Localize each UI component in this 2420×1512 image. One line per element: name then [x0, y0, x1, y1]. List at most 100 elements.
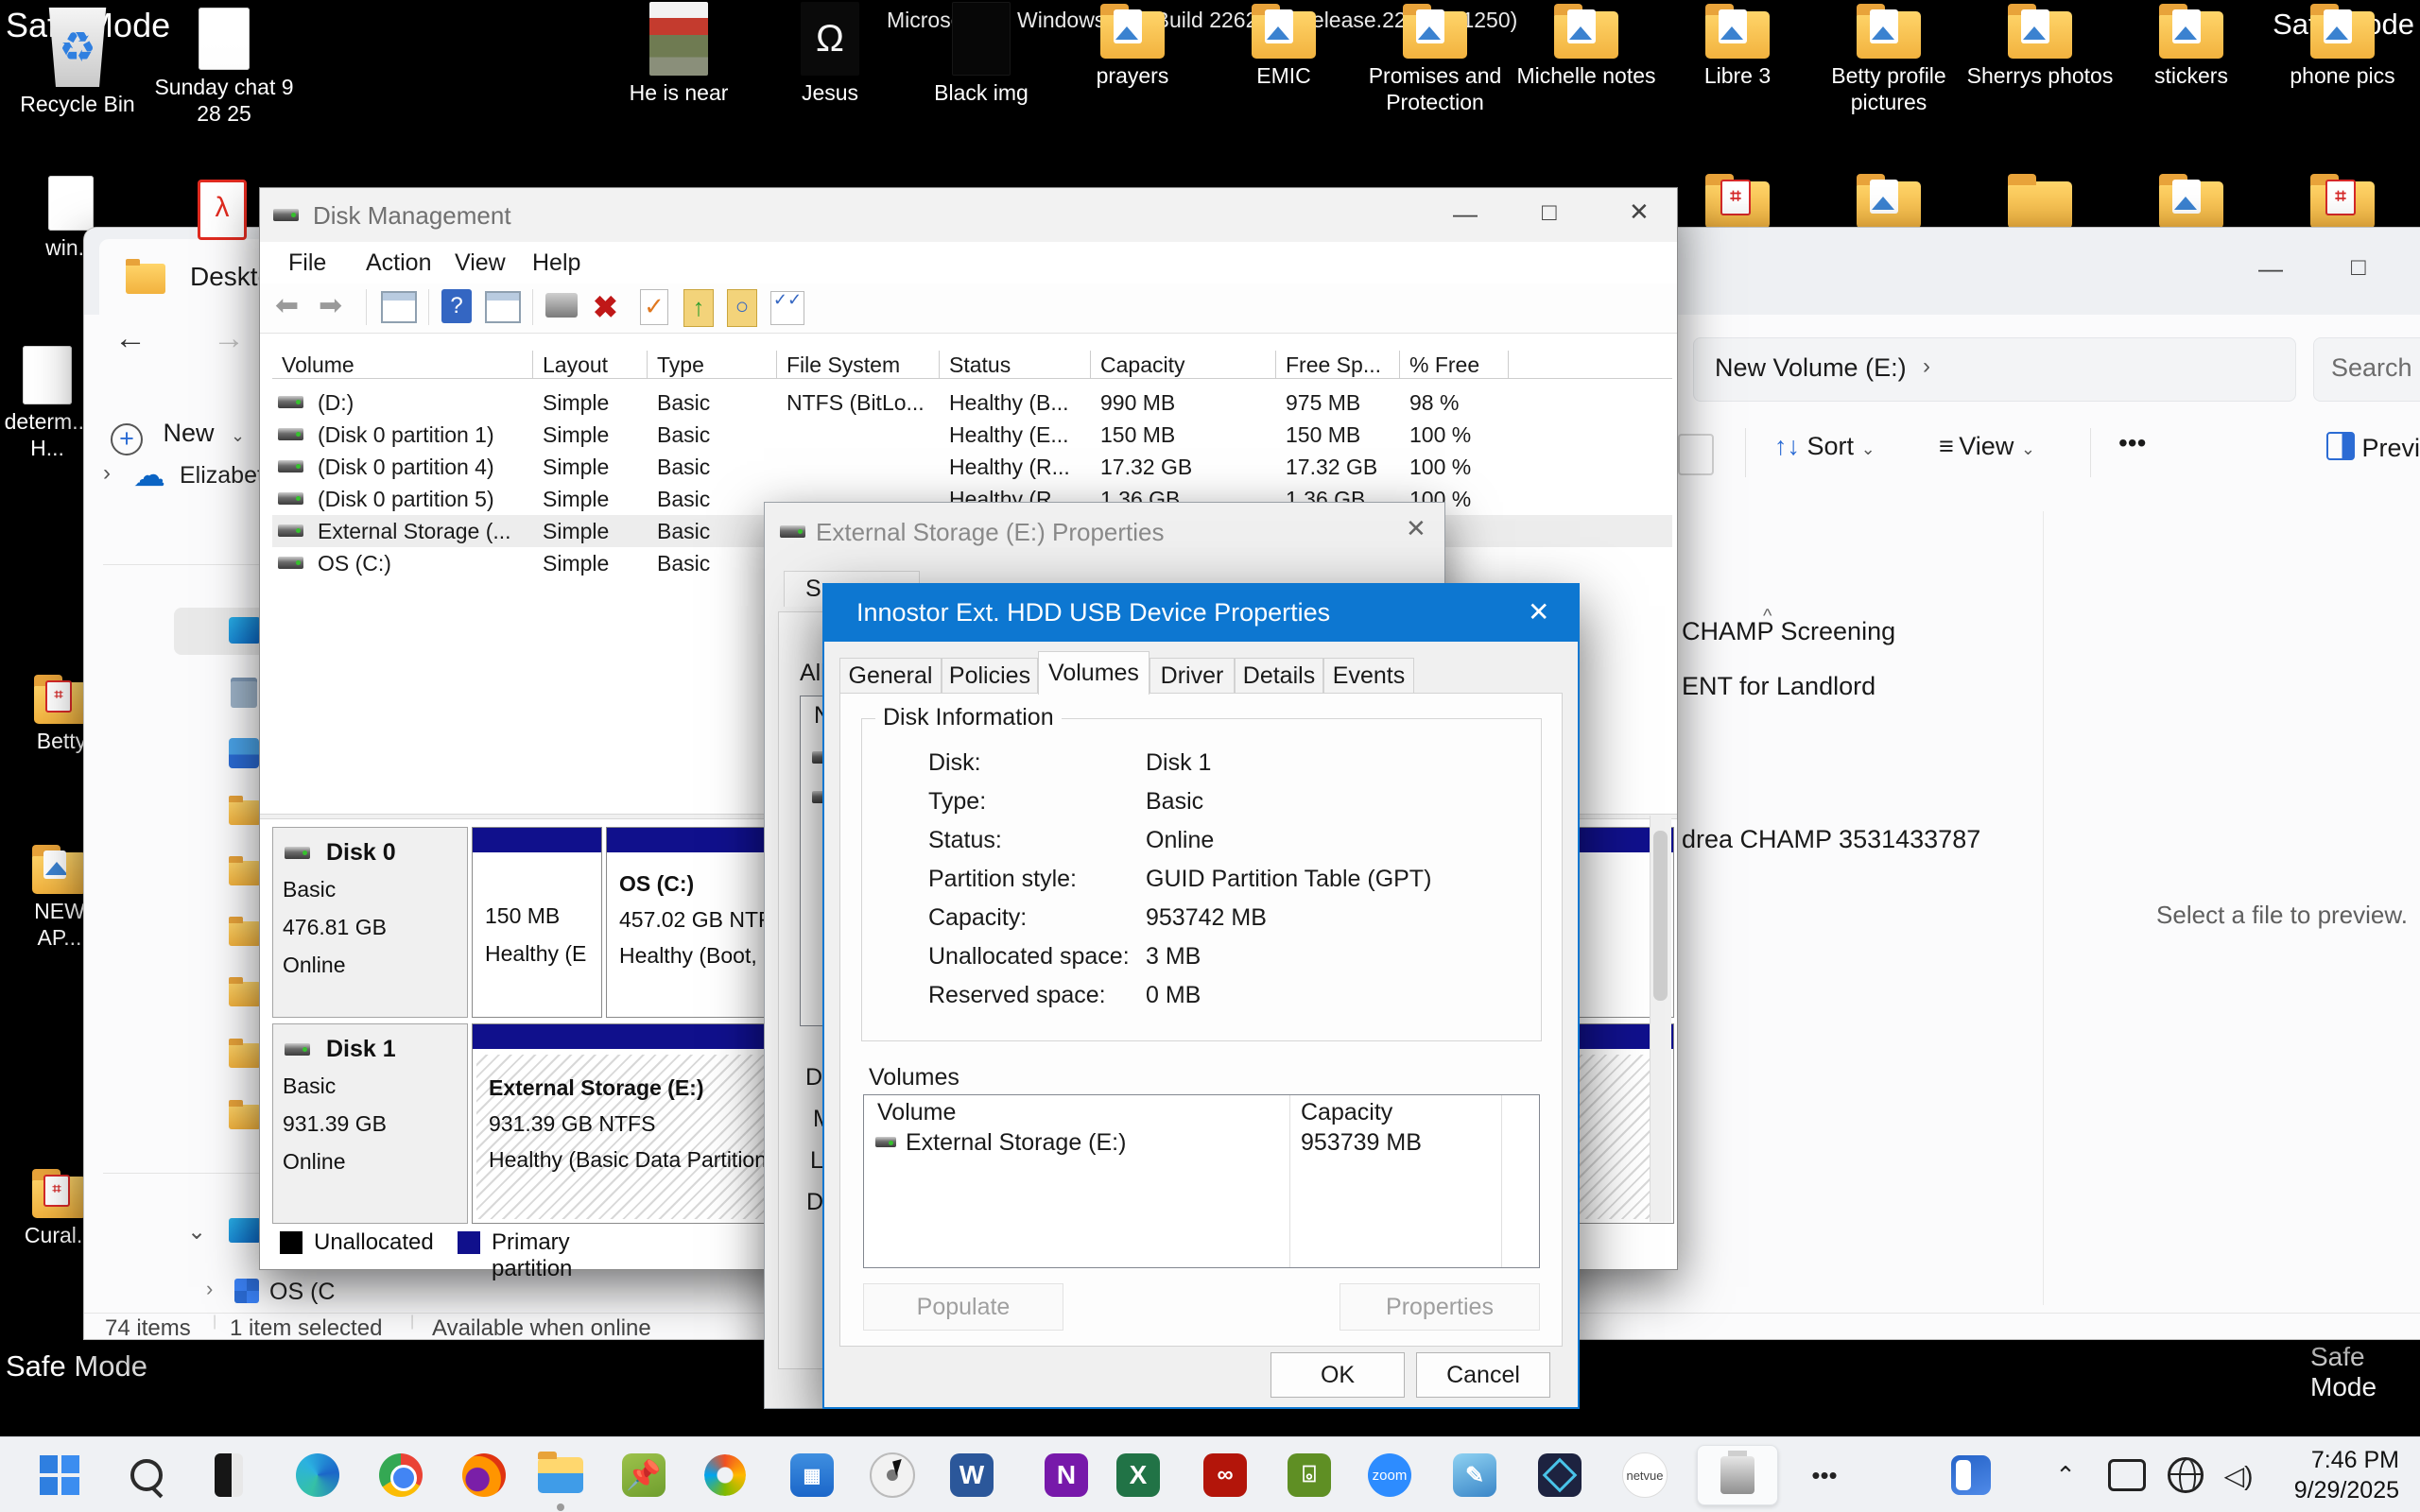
tab-driver[interactable]: Driver [1150, 658, 1235, 694]
column-header-type[interactable]: Type [648, 351, 777, 379]
phone-link-button[interactable] [204, 1451, 253, 1500]
tray-chevron-up-icon[interactable]: ⌃ [2041, 1451, 2090, 1500]
netvue-button[interactable]: netvue [1620, 1451, 1669, 1500]
tab-events[interactable]: Events [1323, 658, 1414, 694]
show-console-tree-icon[interactable] [381, 291, 417, 323]
desktop-icon-recycle-bin[interactable]: ♻ Recycle Bin [0, 8, 158, 117]
desktop-icon-folder-img[interactable] [2111, 181, 2272, 229]
disc-busy-button[interactable] [868, 1451, 917, 1500]
volume-properties-button[interactable]: Properties [1340, 1283, 1540, 1331]
tray-clock[interactable]: 7:46 PM 9/29/2025 [2276, 1445, 2399, 1505]
bible-app-button[interactable]: ⌻ [1285, 1451, 1334, 1500]
desktop-icon-libre3[interactable]: Libre 3 [1657, 11, 1818, 89]
tab-policies[interactable]: Policies [942, 658, 1038, 694]
explorer-search-box[interactable]: Search New Vol [2313, 337, 2420, 402]
rescan-disks-icon[interactable] [545, 293, 578, 318]
menu-action[interactable]: Action [366, 249, 431, 277]
desktop-icon-michelle-notes[interactable]: Michelle notes [1506, 11, 1667, 89]
column-header-status[interactable]: Status [940, 351, 1091, 379]
explorer-forward-button[interactable]: → [213, 320, 245, 357]
file-explorer-button[interactable] [536, 1451, 585, 1500]
disk-management-taskbar-button[interactable] [1697, 1451, 1778, 1500]
delete-volume-icon[interactable]: ✖ [593, 289, 618, 325]
ok-button[interactable]: OK [1270, 1352, 1405, 1398]
explorer-minimize-button[interactable]: — [2258, 256, 2283, 281]
copilot-button[interactable] [700, 1451, 750, 1500]
volume-list-row[interactable]: External Storage (E:) [906, 1129, 1126, 1157]
sidebar-item-os-c[interactable]: › OS (C [174, 1269, 349, 1316]
desktop-icon-black-img[interactable]: Black img [901, 2, 1062, 106]
new-button[interactable]: + New ⌄ [111, 419, 245, 455]
desktop-icon-sherrys-photos[interactable]: Sherrys photos [1960, 11, 2120, 89]
dm-close-button[interactable]: ✕ [1629, 199, 1650, 224]
desktop-icon-folder-img[interactable] [1808, 181, 1969, 229]
menu-file[interactable]: File [288, 249, 326, 277]
help-icon[interactable]: ? [441, 289, 472, 323]
desktop-icon-stickers[interactable]: stickers [2111, 11, 2272, 89]
volumes-list[interactable]: Volume Capacity External Storage (E:) 95… [863, 1094, 1540, 1268]
desktop-icon-prayers[interactable]: prayers [1052, 11, 1213, 89]
desktop-icon-emic[interactable]: EMIC [1203, 11, 1364, 89]
desktop-icon-betty-profile[interactable]: Betty profile pictures [1808, 11, 1969, 115]
menu-view[interactable]: View [455, 249, 506, 277]
populate-button[interactable]: Populate [863, 1283, 1063, 1331]
innostor-close-button[interactable]: ✕ [1528, 596, 1549, 627]
column-header-volume[interactable]: Volume [272, 351, 533, 379]
system-info-app-button[interactable]: ▦ [787, 1451, 837, 1500]
excel-button[interactable]: X [1114, 1451, 1163, 1500]
show-action-pane-icon[interactable] [485, 291, 521, 323]
disk0-partition-1[interactable]: 150 MB Healthy (E [472, 827, 602, 1018]
column-header-free-space[interactable]: Free Sp... [1276, 351, 1400, 379]
explorer-delete-button[interactable] [1678, 434, 1714, 475]
edge-button[interactable] [293, 1451, 342, 1500]
firefox-button[interactable] [459, 1451, 509, 1500]
start-button[interactable] [35, 1451, 84, 1500]
file-row[interactable]: ENT for Landlord [1682, 672, 1876, 701]
properties-list-icon[interactable]: ✓✓ [770, 291, 804, 325]
editor-app-button[interactable]: ✎ [1450, 1451, 1499, 1500]
network-globe-icon[interactable] [2161, 1451, 2210, 1500]
sticky-pin-app-button[interactable]: 📌 [619, 1451, 668, 1500]
cancel-button[interactable]: Cancel [1416, 1352, 1550, 1398]
zoom-button[interactable]: zoom [1365, 1451, 1414, 1500]
disk1-label-pane[interactable]: Disk 1 Basic 931.39 GB Online [272, 1023, 468, 1224]
volume-row[interactable]: (Disk 0 partition 4) Simple Basic Health… [272, 451, 1672, 483]
disk0-label-pane[interactable]: Disk 0 Basic 476.81 GB Online [272, 827, 468, 1018]
volume-row[interactable]: (D:) Simple Basic NTFS (BitLo... Healthy… [272, 387, 1672, 419]
tab-general[interactable]: General [839, 658, 942, 694]
desktop-icon-jesus[interactable]: Ω Jesus [750, 2, 910, 106]
tab-volumes[interactable]: Volumes [1038, 651, 1150, 695]
search-button[interactable] [122, 1451, 171, 1500]
file-row[interactable]: drea CHAMP 3531433787 [1682, 825, 1980, 854]
sort-button[interactable]: ↑↓ Sort ⌄ [1774, 432, 1876, 461]
tab-details[interactable]: Details [1235, 658, 1323, 694]
back-icon[interactable]: ⬅ [275, 289, 299, 322]
check-document-icon[interactable]: ✓ [640, 289, 668, 325]
onenote-button[interactable]: N [1042, 1451, 1091, 1500]
widgets-button[interactable] [1946, 1451, 1996, 1500]
preview-toggle-button[interactable]: Previ [2326, 432, 2420, 463]
volume-row[interactable]: (Disk 0 partition 1) Simple Basic Health… [272, 419, 1672, 451]
column-header-layout[interactable]: Layout [533, 351, 648, 379]
desktop-icon-folder-pdf[interactable]: ⌗ [1657, 181, 1818, 229]
folder-up-icon[interactable]: ↑ [683, 289, 714, 327]
dm-scrollbar-thumb[interactable] [1653, 831, 1668, 1001]
dm-minimize-button[interactable]: — [1453, 201, 1478, 226]
explorer-address-bar[interactable]: New Volume (E:) › [1693, 337, 2296, 402]
menu-help[interactable]: Help [532, 249, 580, 277]
explorer-back-button[interactable]: ← [114, 320, 147, 357]
folder-search-icon[interactable]: ○ [727, 289, 757, 327]
props-close-button[interactable]: ✕ [1406, 516, 1426, 541]
dm-scrollbar[interactable] [1650, 816, 1671, 1222]
forward-icon[interactable]: ➡ [319, 289, 342, 322]
desktop-icon-sunday-chat[interactable]: Sunday chat 9 28 25 [144, 8, 304, 127]
photo-app-button[interactable] [1535, 1451, 1584, 1500]
desktop-icon-folder-pdf[interactable]: ⌗ [2262, 181, 2420, 229]
touch-keyboard-icon[interactable] [2102, 1451, 2152, 1500]
view-button[interactable]: ≡ View ⌄ [1939, 432, 2035, 461]
desktop-icon-promises[interactable]: Promises and Protection [1355, 11, 1515, 115]
taskbar-overflow-button[interactable]: ••• [1800, 1451, 1849, 1500]
column-header-pct-free[interactable]: % Free [1400, 351, 1509, 379]
dm-maximize-button[interactable]: □ [1542, 199, 1557, 224]
volume-speaker-icon[interactable]: ◁) [2214, 1451, 2263, 1500]
